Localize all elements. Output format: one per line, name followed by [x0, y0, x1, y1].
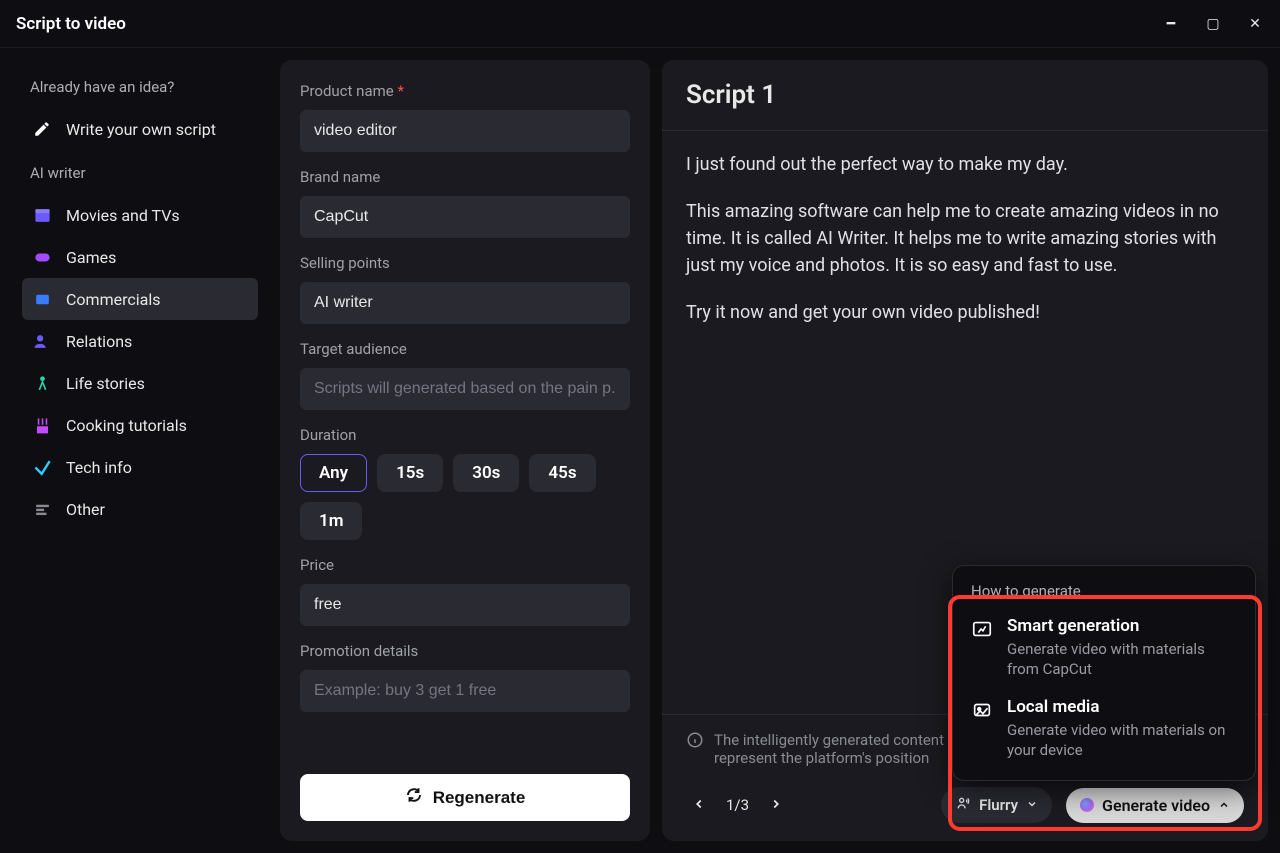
voice-label: Flurry: [979, 796, 1018, 814]
duration-30s[interactable]: 30s: [453, 454, 519, 492]
label-promotion: Promotion details: [300, 642, 630, 660]
popup-option-title: Smart generation: [1007, 616, 1237, 636]
sidebar-item-label: Movies and TVs: [66, 206, 180, 225]
sidebar-item-label: Other: [66, 500, 105, 519]
selling-points-input[interactable]: [300, 282, 630, 324]
price-input[interactable]: [300, 584, 630, 626]
sidebar-item-relations[interactable]: Relations: [22, 320, 258, 362]
clapper-icon: [32, 205, 52, 225]
promotion-input[interactable]: [300, 670, 630, 712]
page-indicator: 1/3: [726, 796, 749, 814]
next-script-button[interactable]: [763, 791, 789, 820]
form-panel: Product name * Brand name Selling points…: [280, 60, 650, 841]
sidebar-item-movies[interactable]: Movies and TVs: [22, 194, 258, 236]
tech-icon: [32, 457, 52, 477]
sidebar-section-ai: AI writer: [30, 164, 250, 182]
sidebar-item-label: Write your own script: [66, 120, 216, 139]
refresh-icon: [405, 786, 423, 809]
generate-popup: How to generate Smart generation Generat…: [952, 565, 1256, 781]
sidebar-item-commercials[interactable]: Commercials: [22, 278, 258, 320]
script-paragraph: Try it now and get your own video publis…: [686, 299, 1244, 326]
sidebar-item-write-own[interactable]: Write your own script: [22, 108, 258, 150]
sidebar-item-label: Relations: [66, 332, 132, 351]
other-icon: [32, 499, 52, 519]
prev-script-button[interactable]: [686, 791, 712, 820]
product-name-input[interactable]: [300, 110, 630, 152]
sidebar-item-label: Tech info: [66, 458, 132, 477]
script-paragraph: This amazing software can help me to cre…: [686, 198, 1244, 279]
sparkle-icon: [1080, 798, 1094, 812]
voice-icon: [955, 795, 971, 815]
titlebar: Script to video ━ ▢ ✕: [0, 0, 1280, 48]
label-duration: Duration: [300, 426, 630, 444]
maximize-icon[interactable]: ▢: [1204, 16, 1222, 32]
generate-video-button[interactable]: Generate video: [1066, 788, 1244, 823]
sidebar-item-tech[interactable]: Tech info: [22, 446, 258, 488]
popup-option-desc: Generate video with materials from CapCu…: [1007, 640, 1237, 679]
sidebar-item-label: Life stories: [66, 374, 145, 393]
megaphone-icon: [32, 289, 52, 309]
sidebar-item-label: Games: [66, 248, 116, 267]
life-icon: [32, 373, 52, 393]
popup-option-local[interactable]: Local media Generate video with material…: [971, 697, 1237, 760]
regenerate-button[interactable]: Regenerate: [300, 774, 630, 821]
generate-label: Generate video: [1102, 796, 1210, 815]
window-controls: ━ ▢ ✕: [1162, 16, 1264, 32]
label-selling-points: Selling points: [300, 254, 630, 272]
window-title: Script to video: [16, 14, 126, 34]
target-audience-input[interactable]: [300, 368, 630, 410]
popup-title: How to generate: [971, 582, 1237, 600]
voice-select[interactable]: Flurry: [941, 787, 1052, 823]
smart-gen-icon: [971, 618, 993, 640]
info-icon: [686, 731, 704, 753]
people-icon: [32, 331, 52, 351]
chevron-down-icon: [1026, 796, 1038, 814]
script-panel: Script 1 I just found out the perfect wa…: [662, 60, 1268, 841]
label-price: Price: [300, 556, 630, 574]
sidebar-item-other[interactable]: Other: [22, 488, 258, 530]
popup-option-smart[interactable]: Smart generation Generate video with mat…: [971, 616, 1237, 679]
sidebar-item-games[interactable]: Games: [22, 236, 258, 278]
gamepad-icon: [32, 247, 52, 267]
sidebar-item-label: Commercials: [66, 290, 160, 309]
local-media-icon: [971, 699, 993, 721]
sidebar-section-idea: Already have an idea?: [30, 78, 250, 96]
script-title: Script 1: [662, 60, 1268, 131]
duration-15s[interactable]: 15s: [377, 454, 443, 492]
bottom-bar: 1/3 Flurry Generate video: [662, 777, 1268, 841]
pencil-icon: [32, 119, 52, 139]
label-product-name: Product name *: [300, 82, 630, 100]
regenerate-label: Regenerate: [433, 788, 526, 808]
script-paragraph: I just found out the perfect way to make…: [686, 151, 1244, 178]
sidebar-item-life-stories[interactable]: Life stories: [22, 362, 258, 404]
minimize-icon[interactable]: ━: [1162, 16, 1180, 32]
popup-option-title: Local media: [1007, 697, 1237, 717]
label-target-audience: Target audience: [300, 340, 630, 358]
sidebar-item-cooking[interactable]: Cooking tutorials: [22, 404, 258, 446]
popup-option-desc: Generate video with materials on your de…: [1007, 721, 1237, 760]
duration-any[interactable]: Any: [300, 454, 367, 492]
brand-name-input[interactable]: [300, 196, 630, 238]
duration-45s[interactable]: 45s: [529, 454, 595, 492]
sidebar-item-label: Cooking tutorials: [66, 416, 187, 435]
chevron-up-icon: [1218, 796, 1230, 815]
duration-1m[interactable]: 1m: [300, 502, 362, 540]
cooking-icon: [32, 415, 52, 435]
sidebar: Already have an idea? Write your own scr…: [12, 60, 268, 841]
close-icon[interactable]: ✕: [1246, 16, 1264, 32]
label-brand-name: Brand name: [300, 168, 630, 186]
duration-chips: Any 15s 30s 45s 1m: [300, 454, 630, 540]
